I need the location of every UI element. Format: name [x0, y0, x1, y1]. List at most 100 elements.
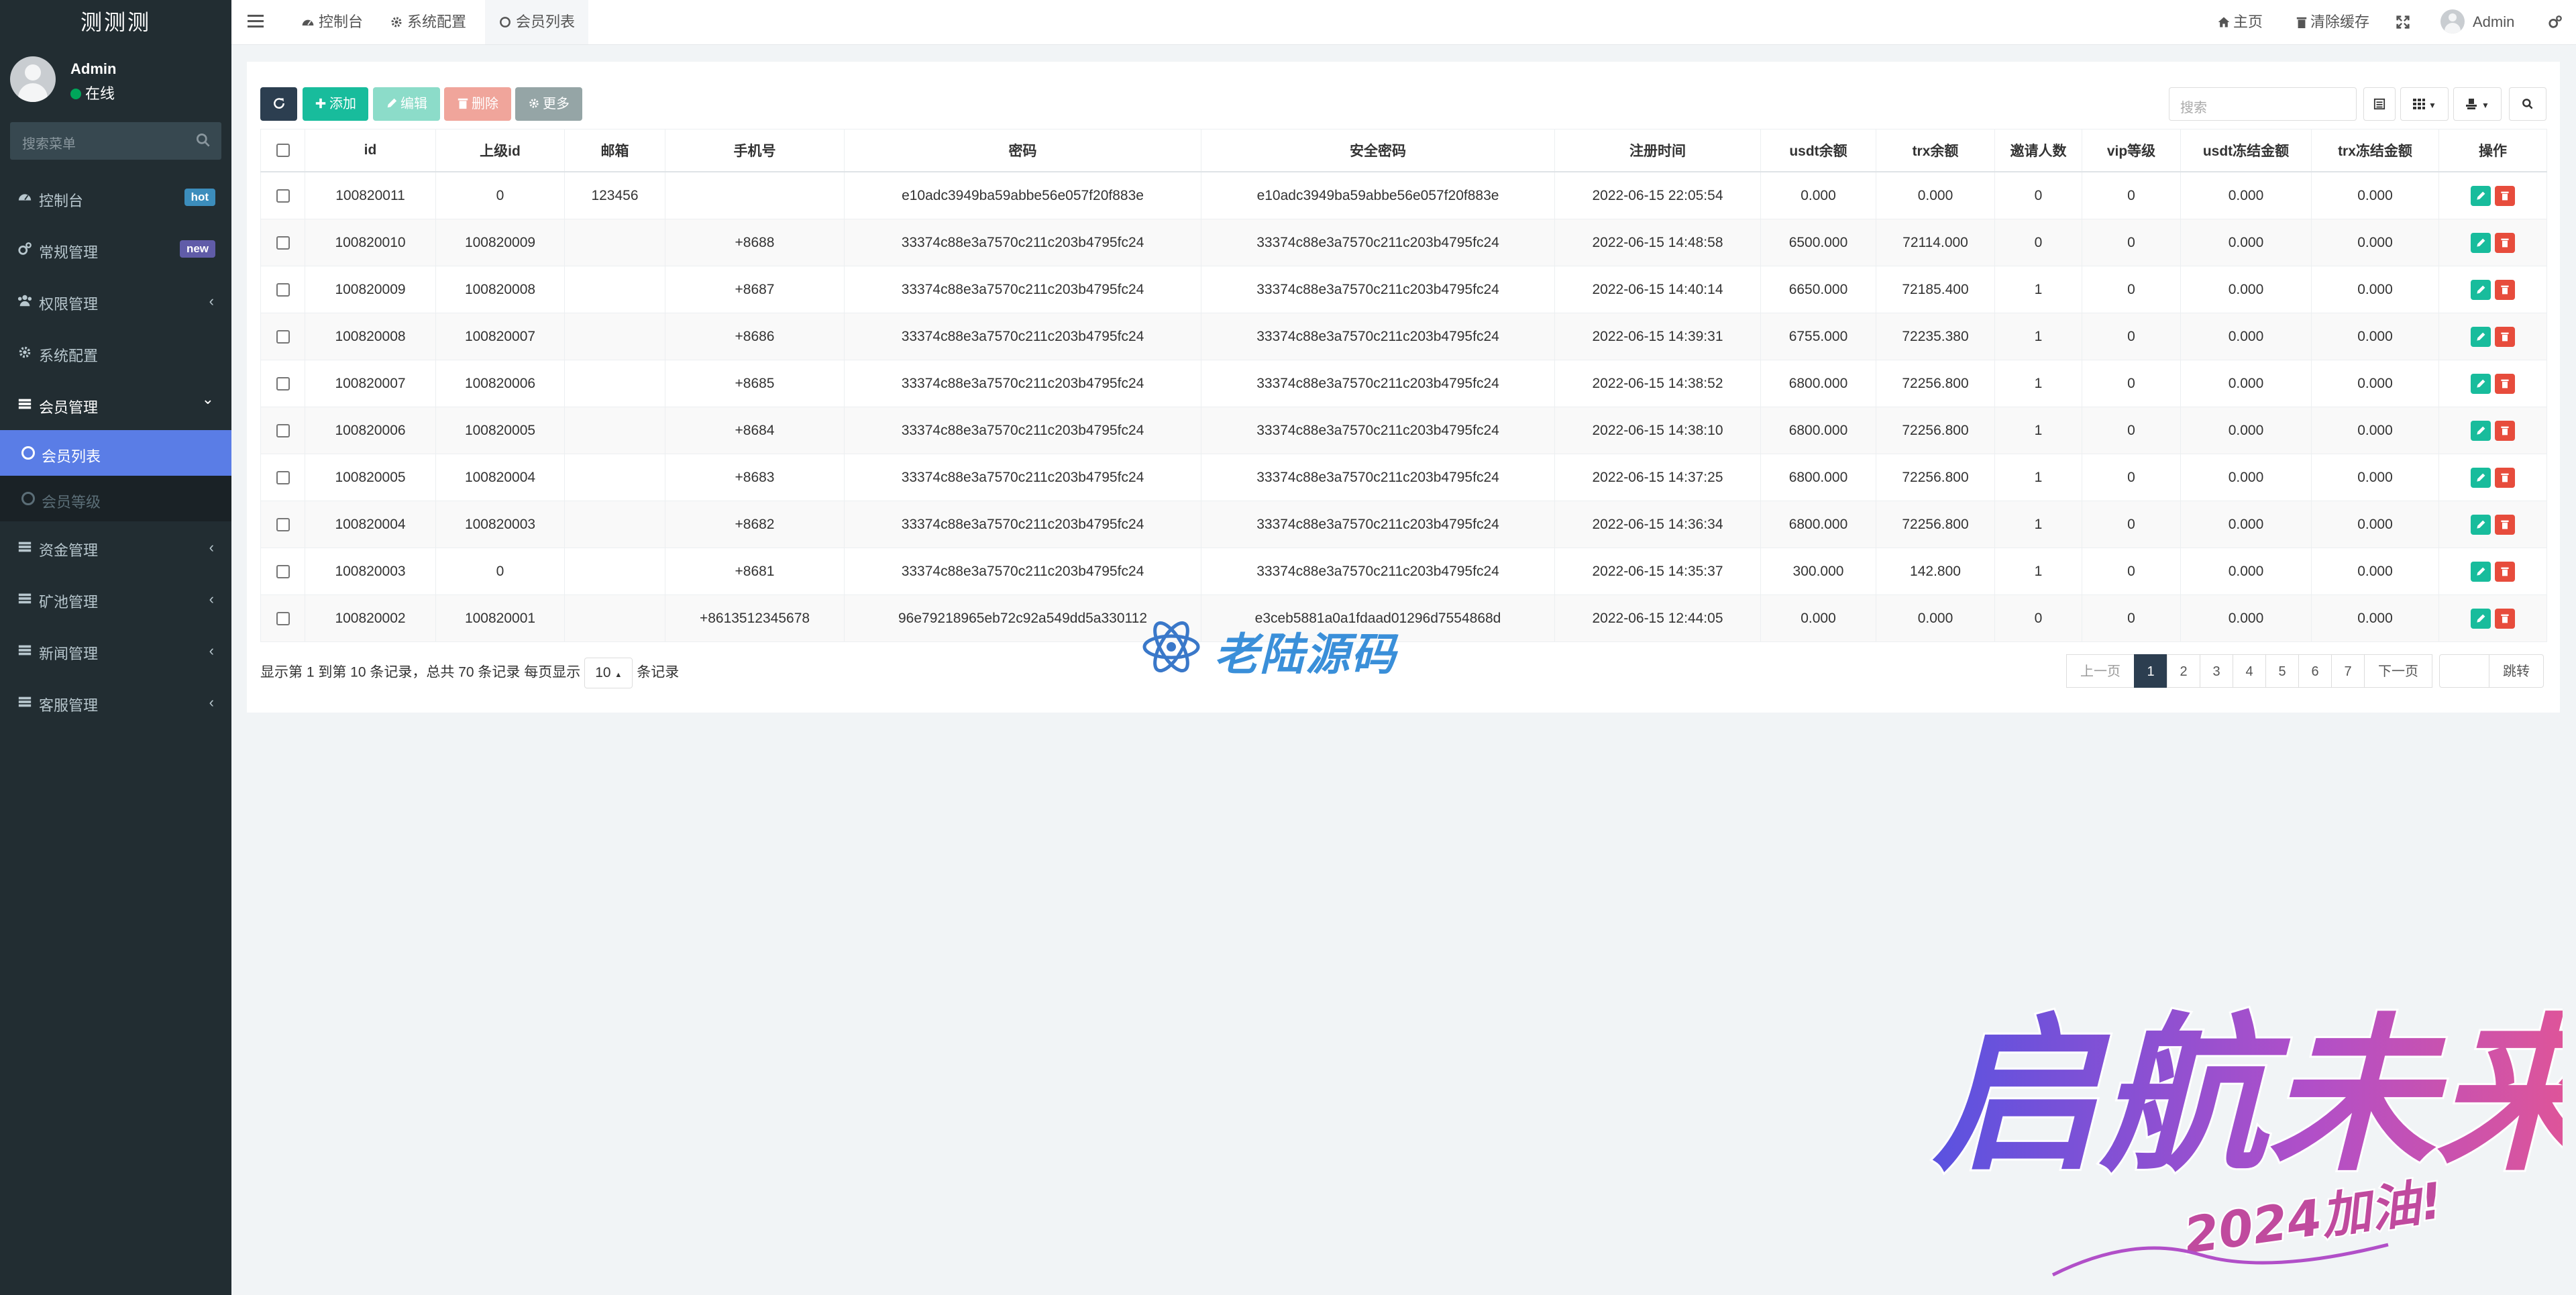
sidebar-subitem-member-level[interactable]: 会员等级	[0, 476, 231, 521]
row-edit-button[interactable]	[2471, 232, 2491, 253]
row-delete-button[interactable]	[2495, 279, 2515, 300]
row-select-cell[interactable]	[260, 454, 305, 501]
table-row[interactable]: 100820007 100820006 +8685 33374c88e3a7570c2…	[260, 360, 2547, 407]
column-header[interactable]: 邮箱	[564, 129, 665, 172]
column-header[interactable]: vip等级	[2082, 129, 2181, 172]
page-button[interactable]: 3	[2200, 654, 2233, 688]
row-delete-button[interactable]	[2495, 185, 2515, 206]
column-header[interactable]: 手机号	[665, 129, 845, 172]
export-dropdown-button[interactable]: ▼	[2453, 87, 2502, 121]
search-icon[interactable]	[195, 132, 212, 149]
row-delete-button[interactable]	[2495, 467, 2515, 488]
more-button[interactable]: 更多	[515, 87, 582, 121]
row-checkbox[interactable]	[276, 376, 290, 391]
column-header[interactable]: 安全密码	[1201, 129, 1555, 172]
row-edit-button[interactable]	[2471, 608, 2491, 629]
page-size-dropdown[interactable]: 10 ▲	[584, 658, 633, 688]
page-button[interactable]: 1	[2134, 654, 2167, 688]
table-row[interactable]: 100820003 0 +8681 33374c88e3a7570c211c203b4…	[260, 548, 2547, 595]
row-delete-button[interactable]	[2495, 420, 2515, 441]
row-checkbox[interactable]	[276, 517, 290, 531]
row-checkbox[interactable]	[276, 236, 290, 250]
jump-page-input[interactable]	[2439, 654, 2489, 688]
sidebar-item-general[interactable]: 常规管理 new	[0, 223, 231, 275]
sidebar-item-dashboard[interactable]: 控制台 hot	[0, 172, 231, 223]
row-delete-button[interactable]	[2495, 232, 2515, 253]
row-edit-button[interactable]	[2471, 514, 2491, 535]
row-edit-button[interactable]	[2471, 185, 2491, 206]
column-header[interactable]: usdt余额	[1760, 129, 1876, 172]
row-select-cell[interactable]	[260, 266, 305, 313]
app-logo[interactable]: 测测测	[0, 0, 231, 47]
row-select-cell[interactable]	[260, 594, 305, 642]
row-edit-button[interactable]	[2471, 467, 2491, 488]
sidebar-item-mining-pool[interactable]: 矿池管理 ‹	[0, 573, 231, 625]
hamburger-menu-icon[interactable]	[248, 13, 264, 28]
fullscreen-button[interactable]	[2396, 0, 2410, 44]
sidebar-item-members[interactable]: 会员管理 ⌄	[0, 378, 231, 430]
row-edit-button[interactable]	[2471, 279, 2491, 300]
column-header[interactable]: trx冻结金额	[2311, 129, 2439, 172]
column-header[interactable]: id	[305, 129, 436, 172]
page-button[interactable]: 2	[2167, 654, 2200, 688]
settings-button[interactable]	[2547, 0, 2563, 44]
column-header[interactable]: 邀请人数	[1994, 129, 2082, 172]
row-checkbox[interactable]	[276, 611, 290, 625]
columns-dropdown-button[interactable]: ▼	[2400, 87, 2449, 121]
page-button[interactable]: 7	[2331, 654, 2365, 688]
sidebar-item-customer-service[interactable]: 客服管理 ‹	[0, 676, 231, 728]
page-button[interactable]: 4	[2233, 654, 2266, 688]
select-all-checkbox[interactable]	[276, 144, 290, 158]
table-row[interactable]: 100820009 100820008 +8687 33374c88e3a7570c2…	[260, 266, 2547, 313]
row-checkbox[interactable]	[276, 189, 290, 203]
row-checkbox[interactable]	[276, 564, 290, 578]
row-checkbox[interactable]	[276, 329, 290, 344]
row-checkbox[interactable]	[276, 282, 290, 297]
column-header[interactable]: usdt冻结金额	[2180, 129, 2312, 172]
admin-name[interactable]: Admin	[2473, 0, 2514, 44]
row-select-cell[interactable]	[260, 313, 305, 360]
row-select-cell[interactable]	[260, 171, 305, 219]
row-delete-button[interactable]	[2495, 561, 2515, 582]
table-row[interactable]: 100820004 100820003 +8682 33374c88e3a7570c2…	[260, 501, 2547, 548]
row-delete-button[interactable]	[2495, 373, 2515, 394]
sidebar-item-news[interactable]: 新闻管理 ‹	[0, 625, 231, 676]
row-delete-button[interactable]	[2495, 608, 2515, 629]
tab-member-list[interactable]: 会员列表	[485, 0, 589, 44]
delete-button[interactable]: 删除	[444, 87, 511, 121]
toggle-view-button[interactable]	[2363, 87, 2396, 121]
table-row[interactable]: 100820010 100820009 +8688 33374c88e3a7570c2…	[260, 219, 2547, 266]
row-checkbox[interactable]	[276, 423, 290, 437]
row-select-cell[interactable]	[260, 501, 305, 548]
page-button[interactable]: 6	[2298, 654, 2332, 688]
row-edit-button[interactable]	[2471, 561, 2491, 582]
table-row[interactable]: 100820011 0 123456 e10adc3949ba59abbe56e057…	[260, 171, 2547, 219]
table-row[interactable]: 100820005 100820004 +8683 33374c88e3a7570c2…	[260, 454, 2547, 501]
jump-button[interactable]: 跳转	[2489, 654, 2544, 688]
row-select-cell[interactable]	[260, 360, 305, 407]
select-all-header[interactable]	[260, 129, 305, 172]
row-checkbox[interactable]	[276, 470, 290, 484]
add-button[interactable]: 添加	[303, 87, 368, 121]
row-select-cell[interactable]	[260, 407, 305, 454]
column-header[interactable]: 密码	[844, 129, 1201, 172]
sidebar-subitem-member-list[interactable]: 会员列表	[0, 430, 231, 476]
refresh-button[interactable]	[260, 87, 297, 121]
row-select-cell[interactable]	[260, 548, 305, 595]
table-row[interactable]: 100820008 100820007 +8686 33374c88e3a7570c2…	[260, 313, 2547, 360]
advanced-search-button[interactable]	[2509, 87, 2546, 121]
next-page-button[interactable]: 下一页	[2364, 654, 2432, 688]
row-edit-button[interactable]	[2471, 373, 2491, 394]
sidebar-item-finance[interactable]: 资金管理 ‹	[0, 521, 231, 573]
row-delete-button[interactable]	[2495, 326, 2515, 347]
row-delete-button[interactable]	[2495, 514, 2515, 535]
tab-system-config[interactable]: 系统配置	[380, 0, 476, 44]
sidebar-search-input[interactable]: 搜索菜单	[10, 122, 221, 160]
sidebar-item-permissions[interactable]: 权限管理 ‹	[0, 275, 231, 327]
admin-avatar[interactable]	[2440, 9, 2465, 34]
table-row[interactable]: 100820006 100820005 +8684 33374c88e3a7570c2…	[260, 407, 2547, 454]
home-link[interactable]: 主页	[2217, 0, 2263, 44]
table-search-input[interactable]: 搜索	[2169, 87, 2357, 121]
table-row[interactable]: 100820002 100820001 +8613512345678 96e79218…	[260, 594, 2547, 642]
row-edit-button[interactable]	[2471, 326, 2491, 347]
